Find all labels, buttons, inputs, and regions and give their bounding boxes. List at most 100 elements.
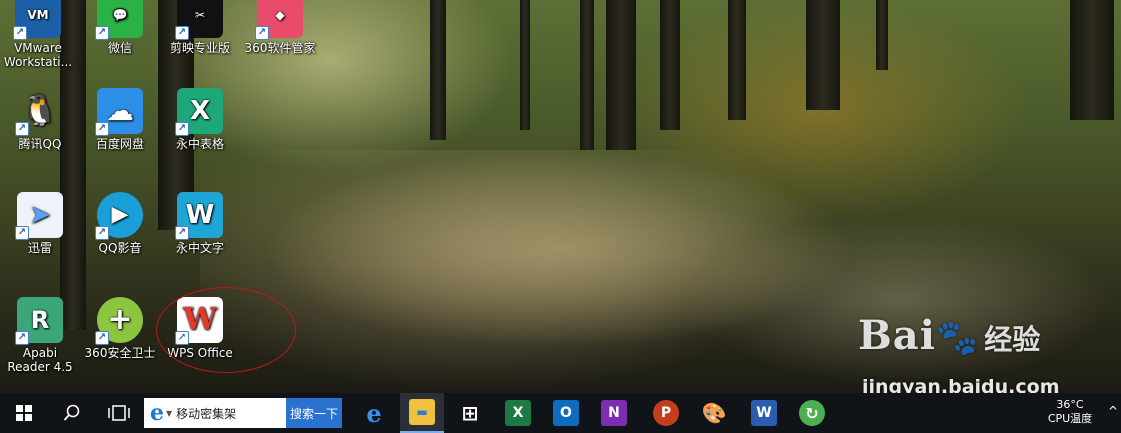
desktop-icon-jianying[interactable]: ✂ ↗ 剪映专业版 (160, 0, 240, 55)
tree-trunk (1070, 0, 1114, 120)
jianying-icon: ✂ ↗ (175, 0, 223, 40)
360-safe-icon: + ↗ (95, 297, 143, 345)
cpu-temperature-value: 36°C (1056, 398, 1084, 411)
desktop-icon-label: 360安全卫士 (84, 346, 156, 360)
shortcut-arrow-icon: ↗ (95, 122, 109, 136)
desktop-icon-label: 迅雷 (27, 241, 52, 255)
watermark-logo: Bai (858, 312, 936, 359)
store-icon: ⊞ (461, 401, 479, 425)
taskbar-app-store[interactable]: ⊞ (448, 393, 492, 433)
yozo-writer-icon: W ↗ (175, 192, 223, 240)
taskbar-app-word[interactable]: W (742, 393, 786, 433)
search-button[interactable] (52, 393, 92, 433)
cpu-temperature-label: CPU温度 (1047, 412, 1093, 425)
desktop-icon-qq-player[interactable]: ▶ ↗ QQ影音 (80, 192, 160, 255)
excel-icon: X (505, 400, 531, 426)
onenote-icon: N (601, 400, 627, 426)
shortcut-arrow-icon: ↗ (15, 331, 29, 345)
tree-trunk (876, 0, 888, 70)
desktop-icon-label: 百度网盘 (95, 137, 144, 151)
desktop-icon-label: 微信 (107, 41, 132, 55)
qq-penguin-icon: 🐧 ↗ (15, 88, 63, 136)
qq-player-icon: ▶ ↗ (95, 192, 143, 240)
ie-browser-icon: e (150, 400, 164, 426)
chevron-down-icon[interactable]: ▼ (166, 409, 172, 418)
shortcut-arrow-icon: ↗ (95, 331, 109, 345)
tree-trunk (580, 0, 594, 150)
start-button[interactable] (4, 393, 44, 433)
desktop-icon-label: 永中文字 (175, 241, 224, 255)
task-view-button[interactable] (98, 393, 140, 433)
desktop-icon-label: VMware Workstati... (3, 41, 73, 69)
search-icon (63, 404, 80, 421)
tree-trunk (660, 0, 680, 130)
taskbar-app-outlook[interactable]: O (544, 393, 588, 433)
taskbar-app-excel[interactable]: X (496, 393, 540, 433)
yozo-sheet-icon: X ↗ (175, 88, 223, 136)
search-submit-button[interactable]: 搜索一下 (286, 398, 342, 428)
desktop-wallpaper: VM ↗ VMware Workstati... 💬 ↗ 微信 ✂ ↗ 剪映专业版 ◆… (0, 0, 1121, 393)
wechat-icon: 💬 ↗ (95, 0, 143, 40)
shortcut-arrow-icon: ↗ (175, 26, 189, 40)
browser-search-box[interactable]: e ▼ 移动密集架 (144, 398, 286, 428)
360-software-manager-icon: ◆ ↗ (255, 0, 303, 40)
desktop-icon-label: 腾讯QQ (18, 137, 62, 151)
taskbar-app-paint[interactable]: 🎨 (692, 393, 736, 433)
desktop-icon-qq[interactable]: 🐧 ↗ 腾讯QQ (0, 88, 80, 151)
baidu-jingyan-watermark: Bai🐾 经验 (858, 312, 1040, 359)
shortcut-arrow-icon: ↗ (255, 26, 269, 40)
tree-trunk (606, 0, 636, 150)
desktop-icon-label: 360软件管家 (244, 41, 316, 55)
tree-trunk (430, 0, 446, 140)
desktop-icon-vmware[interactable]: VM ↗ VMware Workstati... (0, 0, 78, 69)
tree-trunk (728, 0, 746, 120)
desktop-icon-baidu-netdisk[interactable]: ☁ ↗ 百度网盘 (80, 88, 160, 151)
taskbar: e ▼ 移动密集架 搜索一下 e ▬ ⊞ X O N P 🎨 W ↻ (0, 393, 1121, 433)
vmware-icon: VM ↗ (13, 0, 61, 40)
outlook-icon: O (553, 400, 579, 426)
paw-icon: 🐾 (935, 318, 979, 358)
taskbar-app-file-explorer[interactable]: ▬ (400, 393, 444, 433)
taskbar-app-edge[interactable]: e (352, 393, 396, 433)
taskbar-app-refresh[interactable]: ↻ (790, 393, 834, 433)
cpu-temperature-widget[interactable]: 36°C CPU温度 (1040, 398, 1100, 426)
shortcut-arrow-icon: ↗ (13, 26, 27, 40)
desktop-icon-label: Apabi Reader 4.5 (7, 346, 73, 374)
desktop-icon-apabi-reader[interactable]: R ↗ Apabi Reader 4.5 (0, 297, 80, 374)
forest-path (200, 150, 820, 393)
desktop-icon-label: QQ影音 (98, 241, 142, 255)
apabi-reader-icon: R ↗ (15, 297, 63, 345)
search-box-text: 移动密集架 (176, 406, 237, 421)
taskbar-app-powerpoint[interactable]: P (644, 393, 688, 433)
desktop-icon-wechat[interactable]: 💬 ↗ 微信 (80, 0, 160, 55)
paint-palette-icon: 🎨 (701, 401, 727, 425)
shortcut-arrow-icon: ↗ (15, 122, 29, 136)
desktop-icon-yozo-sheet[interactable]: X ↗ 永中表格 (160, 88, 240, 151)
desktop-icon-xunlei[interactable]: ➤ ↗ 迅雷 (0, 192, 80, 255)
shortcut-arrow-icon: ↗ (15, 226, 29, 240)
refresh-icon: ↻ (799, 400, 825, 426)
baidu-netdisk-icon: ☁ ↗ (95, 88, 143, 136)
desktop-icon-label: 永中表格 (175, 137, 224, 151)
shortcut-arrow-icon: ↗ (175, 226, 189, 240)
tray-expand-icon[interactable]: ^ (1108, 404, 1118, 418)
watermark-url: jingyan.baidu.com (862, 376, 1060, 393)
desktop-icon-360-safe[interactable]: + ↗ 360安全卫士 (80, 297, 160, 360)
word-icon: W (751, 400, 777, 426)
edge-icon: e (366, 398, 382, 428)
shortcut-arrow-icon: ↗ (95, 226, 109, 240)
highlight-oval (156, 287, 296, 373)
windows-start-icon (16, 405, 32, 421)
desktop-icon-label: 剪映专业版 (169, 41, 230, 55)
xunlei-icon: ➤ ↗ (15, 192, 63, 240)
shortcut-arrow-icon: ↗ (95, 26, 109, 40)
desktop-icon-yozo-writer[interactable]: W ↗ 永中文字 (160, 192, 240, 255)
task-view-icon (108, 405, 130, 421)
folder-icon: ▬ (409, 399, 435, 425)
watermark-logo-cn: 经验 (984, 323, 1041, 356)
desktop-icon-360-software-manager[interactable]: ◆ ↗ 360软件管家 (240, 0, 320, 55)
shortcut-arrow-icon: ↗ (175, 122, 189, 136)
taskbar-app-onenote[interactable]: N (592, 393, 636, 433)
tree-trunk (520, 0, 530, 130)
powerpoint-icon: P (653, 400, 679, 426)
